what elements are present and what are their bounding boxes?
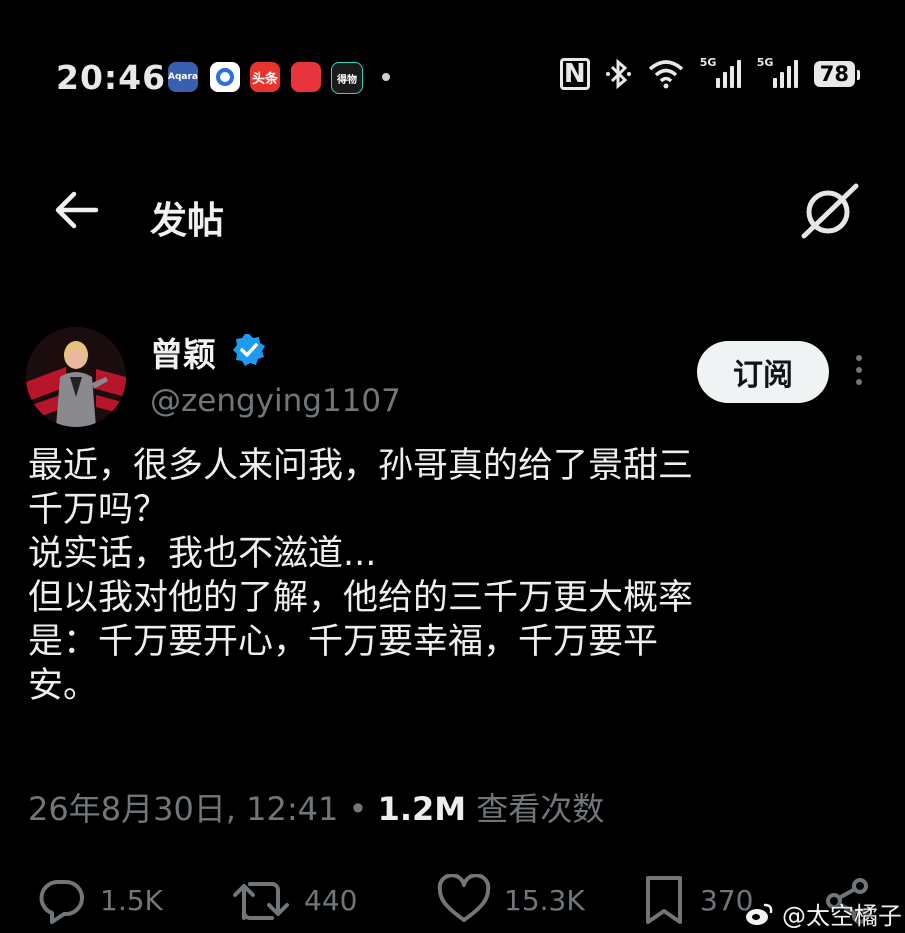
post-line: 千万吗？ xyxy=(28,490,169,530)
view-count: 1.2M xyxy=(377,790,467,828)
circle-app-icon xyxy=(210,62,240,92)
weibo-logo-icon xyxy=(746,903,773,925)
subscribe-button[interactable]: 订阅 xyxy=(697,341,829,403)
watermark-text: @太空橘子 xyxy=(782,902,902,930)
dewu-app-icon: 得物 xyxy=(331,62,363,94)
author-handle[interactable]: @zengying1107 xyxy=(150,383,401,419)
meta-separator: • xyxy=(348,790,368,828)
repost-button[interactable]: 440 xyxy=(232,874,357,926)
watermark: @太空橘子 xyxy=(744,896,902,931)
back-arrow-icon[interactable] xyxy=(52,188,102,232)
grok-icon[interactable] xyxy=(798,180,862,244)
notification-dot-icon xyxy=(382,73,390,81)
page-title: 发帖 xyxy=(150,199,224,242)
bluetooth-icon xyxy=(605,58,631,90)
bookmark-button[interactable]: 370 xyxy=(640,874,753,926)
post-meta: 26年8月30日, 12:41 • 1.2M 查看次数 xyxy=(28,784,604,830)
aqara-app-icon: Aqara xyxy=(168,62,198,92)
network-1-label: 5G xyxy=(699,56,717,69)
bookmark-icon xyxy=(646,876,682,924)
status-icons: N 5G 5G 78 xyxy=(559,56,861,90)
signal-1-icon: 5G xyxy=(700,56,741,88)
repost-icon xyxy=(233,882,289,920)
reply-count: 1.5K xyxy=(100,883,163,917)
author-name[interactable]: 曾颖 xyxy=(150,328,216,376)
heart-icon xyxy=(437,874,491,922)
like-button[interactable]: 15.3K xyxy=(436,874,585,926)
post-line: 说实话，我也不滋道... xyxy=(28,534,377,574)
verified-badge-icon xyxy=(233,334,265,366)
battery-icon: 78 xyxy=(813,61,861,87)
post-line: 安。 xyxy=(28,666,99,706)
signal-2-icon: 5G xyxy=(757,56,798,88)
more-options-icon[interactable] xyxy=(852,355,866,389)
nfc-icon: N xyxy=(559,58,590,90)
post-timestamp[interactable]: 26年8月30日, 12:41 xyxy=(28,790,338,828)
aqara-label: Aqara xyxy=(168,72,198,82)
status-time: 20:46 xyxy=(56,58,167,97)
post-line: 但以我对他的了解，他给的三千万更大概率 xyxy=(28,578,694,618)
post-line: 最近，很多人来问我，孙哥真的给了景甜三 xyxy=(28,446,694,486)
avatar[interactable] xyxy=(26,327,126,427)
reply-button[interactable]: 1.5K xyxy=(36,874,163,926)
toutiao-label: 头条 xyxy=(251,71,278,87)
repost-count: 440 xyxy=(304,883,358,917)
dewu-label: 得物 xyxy=(337,74,357,86)
red-app-icon xyxy=(291,62,321,92)
reply-icon xyxy=(39,879,84,924)
post-line: 是：千万要开心，千万要幸福，千万要平 xyxy=(28,622,659,662)
like-count: 15.3K xyxy=(504,883,585,917)
network-2-label: 5G xyxy=(756,56,774,69)
view-count-label: 查看次数 xyxy=(476,790,605,828)
wifi-icon xyxy=(648,60,683,89)
post-body: 最近，很多人来问我，孙哥真的给了景甜三 千万吗？ 说实话，我也不滋道... 但以… xyxy=(28,444,878,708)
toutiao-app-icon: 头条 xyxy=(250,62,280,92)
